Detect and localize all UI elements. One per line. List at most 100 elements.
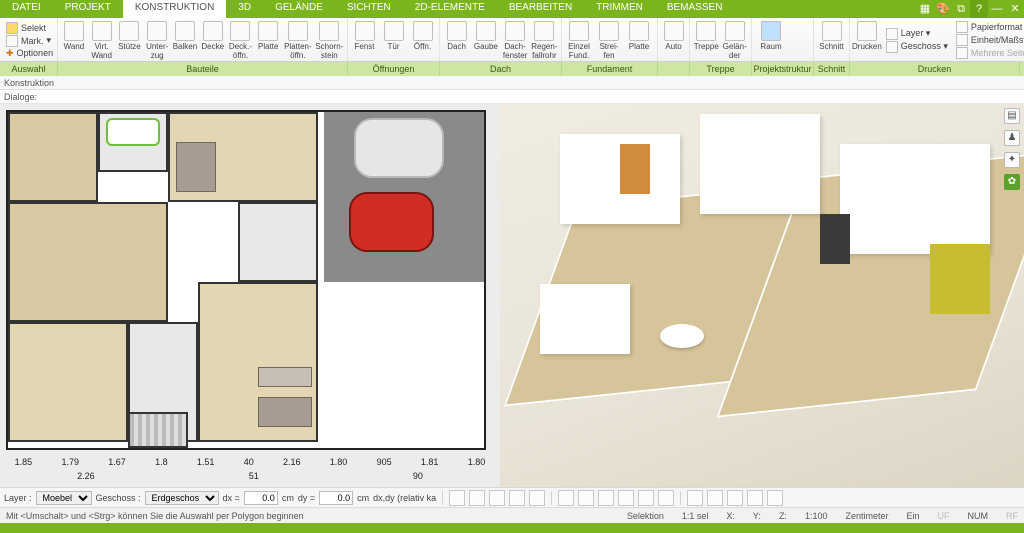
treppe-button[interactable]: Treppe [692,19,721,61]
mark-button[interactable]: Mark.▾ [6,35,53,47]
sys-copy-icon[interactable]: ⧉ [952,0,970,18]
ribbon: Selekt Mark.▾ ✚Optionen Wand Virt. Wand … [0,18,1024,62]
view-icon-4[interactable] [618,490,634,506]
3d-view[interactable]: ▤ ♟ ✦ ✿ [500,104,1024,487]
viewport: 1.851.791.671.81.51402.161.809051.811.80… [0,104,1024,487]
group-oeffnungen: Fenst Tür Öffn. [348,18,440,61]
sys-minimize-icon[interactable]: — [988,0,1006,18]
plattenoeffn-button[interactable]: Platten- öffn. [282,19,313,61]
main-tabstrip: DATEI PROJEKT KONSTRUKTION 3D GELÄNDE SI… [0,0,1024,18]
tab-gelaende[interactable]: GELÄNDE [263,0,335,18]
deckoeffn-button[interactable]: Deck.- öffn. [227,19,255,61]
3d-side-tools: ▤ ♟ ✦ ✿ [1004,108,1022,190]
stairs [128,412,188,448]
grid-icon-1[interactable] [687,490,703,506]
garage-area [324,112,484,282]
auto-button[interactable]: Auto [660,19,687,61]
status-z: Z: [779,511,787,521]
status-rf: RF [1006,511,1018,521]
status-sel: 1:1 sel [682,511,709,521]
sys-close-icon[interactable]: ✕ [1006,0,1024,18]
tab-3d[interactable]: 3D [226,0,263,18]
ribbon-group-labels: AuswahlBauteileÖffnungenDachFundamentTre… [0,62,1024,76]
group-schnitt: Schnitt [814,18,850,61]
regenfallrohr-button[interactable]: Regen- fallrohr [530,19,559,61]
select-button[interactable]: Selekt [6,22,53,34]
grid-icon-4[interactable] [747,490,763,506]
snap-icon-2[interactable] [469,490,485,506]
footer-strip [0,523,1024,533]
car-white [354,118,444,178]
2d-plan-view[interactable]: 1.851.791.671.81.51402.161.809051.811.80… [0,104,500,487]
grid-icon-3[interactable] [727,490,743,506]
dy-label: dy = [298,493,315,503]
decke-button[interactable]: Decke [199,19,227,61]
oeffnung-button[interactable]: Öffn. [408,19,437,61]
sys-help-icon[interactable]: ? [970,0,988,18]
gaube-button[interactable]: Gaube [471,19,500,61]
platte-button[interactable]: Platte [254,19,282,61]
status-x: X: [726,511,735,521]
papierformat-button[interactable]: Papierformat [956,21,1024,33]
drucken-button[interactable]: Drucken [852,19,882,61]
mehrere-seiten-button[interactable]: Mehrere Seiten [956,47,1024,59]
view-icon-5[interactable] [638,490,654,506]
unterzug-button[interactable]: Unter- zug [143,19,171,61]
dach-button[interactable]: Dach [442,19,471,61]
fenster-button[interactable]: Fenst [350,19,379,61]
tab-trimmen[interactable]: TRIMMEN [584,0,655,18]
einzelfund-button[interactable]: Einzel Fund. [564,19,594,61]
view-icon-2[interactable] [578,490,594,506]
wand-button[interactable]: Wand [60,19,88,61]
tab-datei[interactable]: DATEI [0,0,53,18]
tab-bearbeiten[interactable]: BEARBEITEN [497,0,584,18]
geschoss-dropdown[interactable]: Geschoss ▾ [886,41,948,53]
sys-palette-icon[interactable]: 🎨 [934,0,952,18]
stuetze-button[interactable]: Stütze [116,19,144,61]
raum-button[interactable]: Raum [754,19,788,61]
tool-globe-icon[interactable]: ✦ [1004,152,1020,168]
tab-projekt[interactable]: PROJEKT [53,0,123,18]
tool-tree-icon[interactable]: ✿ [1004,174,1020,190]
coord-mode: dx,dy (relativ ka [373,493,436,503]
group-dach: Dach Gaube Dach- fenster Regen- fallrohr [440,18,562,61]
snap-icon-3[interactable] [489,490,505,506]
tuer-button[interactable]: Tür [379,19,408,61]
optionen-button[interactable]: ✚Optionen [6,48,53,59]
tool-furniture-icon[interactable]: ♟ [1004,130,1020,146]
status-unit: Zentimeter [845,511,888,521]
dimension-labels: 1.851.791.671.81.51402.161.809051.811.80… [0,449,500,485]
layer-select[interactable]: Moebel [36,491,92,505]
streifen-button[interactable]: Strei- fen [594,19,624,61]
grid-icon-2[interactable] [707,490,723,506]
dx-input[interactable] [244,491,278,505]
snap-icon-1[interactable] [449,490,465,506]
view-icon-3[interactable] [598,490,614,506]
virt-wand-button[interactable]: Virt. Wand [88,19,116,61]
grid-icon-5[interactable] [767,490,783,506]
group-bauteile: Wand Virt. Wand Stütze Unter- zug Balken… [58,18,348,61]
dialog-bar: Dialoge: [0,90,1024,104]
subbar: Konstruktion [0,76,1024,90]
layer-dropdown[interactable]: Layer ▾ [886,28,948,40]
geschoss-select[interactable]: Erdgeschos [145,491,219,505]
schornstein-button[interactable]: Schorn- stein [314,19,345,61]
tab-konstruktion[interactable]: KONSTRUKTION [123,0,226,18]
gelaender-button[interactable]: Gelän- der [721,19,750,61]
schnitt-button[interactable]: Schnitt [816,19,847,61]
view-icon-6[interactable] [658,490,674,506]
tab-2delemente[interactable]: 2D-ELEMENTE [403,0,497,18]
tab-bemassen[interactable]: BEMASSEN [655,0,735,18]
balken-button[interactable]: Balken [171,19,199,61]
sys-layers-icon[interactable]: ▦ [916,0,934,18]
tab-sichten[interactable]: SICHTEN [335,0,403,18]
tool-layers-icon[interactable]: ▤ [1004,108,1020,124]
view-icon-1[interactable] [558,490,574,506]
snap-icon-5[interactable] [529,490,545,506]
dachfenster-button[interactable]: Dach- fenster [501,19,530,61]
bottom-toolbar: Layer : Moebel Geschoss : Erdgeschos dx … [0,487,1024,507]
einheit-button[interactable]: Einheit/Maßst. [956,34,1024,46]
fundplatte-button[interactable]: Platte [624,19,654,61]
dy-input[interactable] [319,491,353,505]
snap-icon-4[interactable] [509,490,525,506]
